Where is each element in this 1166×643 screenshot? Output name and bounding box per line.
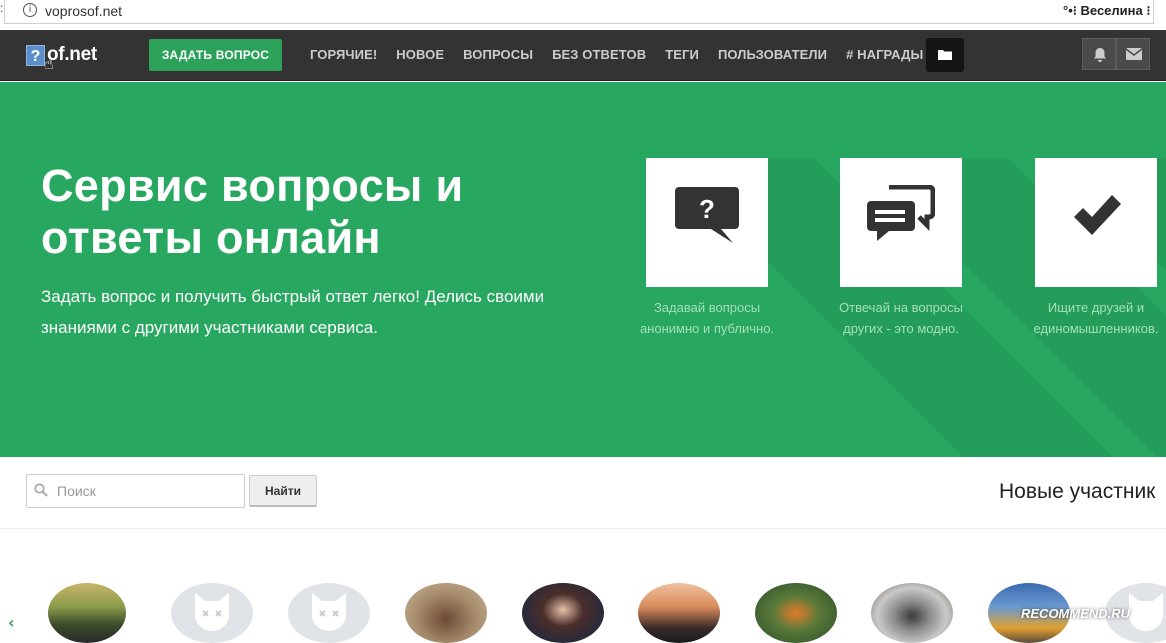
- search-icon: [34, 483, 48, 497]
- feature-caption: Ищите друзей и единомышленников.: [1033, 300, 1159, 336]
- feature-card: ?: [646, 158, 768, 287]
- url-text: voprosof.net: [45, 3, 123, 19]
- menu-item-users[interactable]: ПОЛЬЗОВАТЕЛИ: [718, 47, 827, 62]
- window-edge-fragment: :: [0, 1, 4, 15]
- browser-user-label[interactable]: °•⁝ Веселина ⁝: [1063, 3, 1150, 19]
- new-members-heading: Новые участник: [999, 480, 1156, 503]
- notifications-button[interactable]: [1082, 38, 1116, 70]
- question-bubble-icon: ?: [675, 187, 739, 243]
- feature-caption: Задавай вопросы анонимно и публично.: [639, 300, 775, 336]
- menu-item-hot[interactable]: ГОРЯЧИЕ!: [310, 47, 377, 62]
- categories-button[interactable]: [926, 38, 964, 72]
- feature-card: [840, 158, 962, 287]
- search-button[interactable]: Найти: [249, 475, 317, 507]
- browser-address-bar: : i voprosof.net °•⁝ Веселина ⁝: [0, 0, 1166, 30]
- hero-title: Сервис вопросы и ответы онлайн: [41, 160, 464, 263]
- ask-question-button[interactable]: ЗАДАТЬ ВОПРОС: [149, 39, 282, 71]
- menu-item-new[interactable]: НОВОЕ: [396, 47, 444, 62]
- member-avatar[interactable]: [48, 583, 126, 643]
- checkmark-icon: [1074, 195, 1121, 235]
- hero-subtitle: Задать вопрос и получить быстрый ответ л…: [41, 287, 545, 337]
- top-navbar: ? of.net ☝ ЗАДАТЬ ВОПРОС ГОРЯЧИЕ! НОВОЕ …: [0, 30, 1166, 81]
- divider: [0, 528, 1166, 529]
- default-avatar-icon: [195, 593, 229, 631]
- search-input[interactable]: [26, 474, 245, 508]
- logo-text: of.net: [47, 44, 97, 65]
- url-field[interactable]: i voprosof.net °•⁝ Веселина ⁝: [4, 0, 1154, 24]
- feature-card: [1035, 158, 1157, 287]
- logo-mark: ?: [26, 44, 45, 66]
- feature-caption: Отвечай на вопросы других - это модно.: [839, 300, 963, 336]
- member-avatar[interactable]: [871, 583, 953, 643]
- bell-icon: [1094, 48, 1106, 62]
- member-avatar[interactable]: [522, 583, 604, 643]
- hand-cursor-icon: ☝: [44, 54, 54, 73]
- svg-text:?: ?: [699, 194, 715, 224]
- menu-item-questions[interactable]: ВОПРОСЫ: [463, 47, 533, 62]
- main-menu: ГОРЯЧИЕ! НОВОЕ ВОПРОСЫ БЕЗ ОТВЕТОВ ТЕГИ …: [310, 47, 942, 62]
- watermark-text: RECOMMEND.RU: [1021, 606, 1131, 621]
- site-logo[interactable]: ? of.net: [26, 39, 97, 71]
- menu-item-tags[interactable]: ТЕГИ: [665, 47, 699, 62]
- info-icon[interactable]: i: [23, 3, 37, 17]
- member-avatar[interactable]: [288, 583, 370, 643]
- envelope-icon: [1126, 48, 1142, 60]
- folder-icon: [938, 50, 952, 60]
- chat-bubbles-icon: [867, 185, 935, 241]
- user-actions: [1082, 38, 1150, 70]
- member-avatar[interactable]: [638, 583, 720, 643]
- default-avatar-icon: [312, 593, 346, 631]
- default-avatar-icon: [1129, 593, 1163, 631]
- feature-friends: Ищите друзей и единомышленников.: [1016, 158, 1166, 457]
- menu-item-unanswered[interactable]: БЕЗ ОТВЕТОВ: [552, 47, 646, 62]
- feature-answer: Отвечай на вопросы других - это модно.: [821, 158, 1166, 457]
- feature-ask: ? Задавай вопросы анонимно и публично.: [627, 158, 1114, 457]
- member-avatar[interactable]: [405, 583, 487, 643]
- member-avatar[interactable]: [755, 583, 837, 643]
- member-avatar[interactable]: [171, 583, 253, 643]
- carousel-prev-arrow-icon[interactable]: ‹: [8, 613, 15, 632]
- messages-button[interactable]: [1116, 38, 1150, 70]
- menu-item-awards[interactable]: # НАГРАДЫ: [846, 47, 923, 62]
- hero-banner: Сервис вопросы и ответы онлайн Задать во…: [0, 82, 1166, 457]
